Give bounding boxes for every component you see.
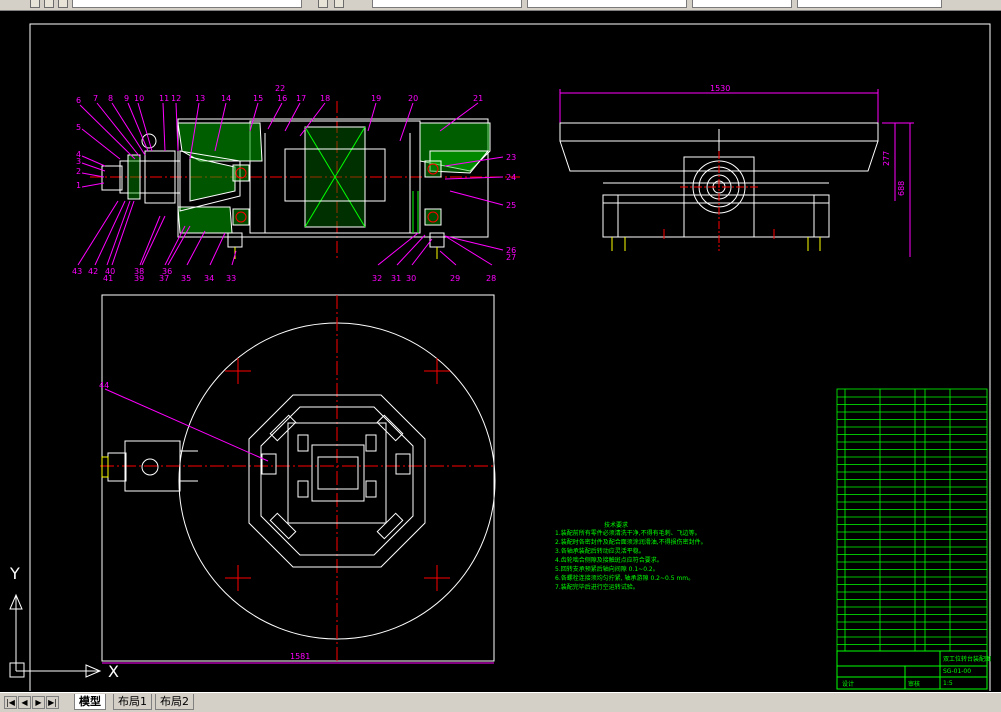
svg-text:11: 11 — [159, 94, 169, 103]
svg-text:2: 2 — [76, 167, 81, 176]
svg-text:43: 43 — [72, 267, 82, 276]
layout-tab-bar: |◀ ◀ ▶ ▶| 模型 布局1 布局2 — [0, 692, 1001, 712]
svg-text:1: 1 — [76, 181, 81, 190]
svg-text:15: 15 — [253, 94, 263, 103]
tech-title: 技术要求 — [604, 521, 628, 529]
linetype-dropdown[interactable] — [527, 0, 687, 8]
svg-text:6.各螺栓连接须均匀拧紧, 轴承游隙 0.2~0.5 mm。: 6.各螺栓连接须均匀拧紧, 轴承游隙 0.2~0.5 mm。 — [555, 574, 694, 582]
toolbar — [0, 0, 1001, 11]
dim-width-plan: 1581 — [290, 652, 310, 661]
tech-notes: 技术要求 1.装配前所有零件必须清洗干净,不得有毛刺、飞边等。 2.装配时各密封… — [555, 521, 707, 591]
svg-text:29: 29 — [450, 274, 460, 283]
svg-text:20: 20 — [408, 94, 418, 103]
svg-text:33: 33 — [226, 274, 236, 283]
first-tab-button[interactable]: |◀ — [4, 696, 17, 709]
ucs-y-label: Y — [9, 564, 20, 583]
svg-text:24: 24 — [506, 173, 516, 182]
svg-text:18: 18 — [320, 94, 330, 103]
next-tab-button[interactable]: ▶ — [32, 696, 45, 709]
svg-text:1.装配前所有零件必须清洗干净,不得有毛刺、飞边等。: 1.装配前所有零件必须清洗干净,不得有毛刺、飞边等。 — [555, 529, 701, 537]
dim-height-2: 688 — [897, 181, 906, 196]
plotstyle-dropdown[interactable] — [797, 0, 942, 8]
svg-text:9: 9 — [124, 94, 129, 103]
svg-text:8: 8 — [108, 94, 113, 103]
svg-text:7: 7 — [93, 94, 98, 103]
layer-dropdown[interactable] — [72, 0, 302, 8]
sun-icon[interactable] — [44, 0, 54, 8]
title-scale: 1:5 — [943, 680, 953, 687]
svg-text:10: 10 — [134, 94, 144, 103]
tab-model[interactable]: 模型 — [74, 694, 106, 710]
tab-layout2[interactable]: 布局2 — [155, 694, 194, 710]
title-drawn: 设计 — [842, 680, 854, 688]
svg-text:28: 28 — [486, 274, 496, 283]
layer-icon[interactable] — [30, 0, 40, 8]
title-drawing-no: SG-01-00 — [943, 668, 971, 675]
svg-text:16: 16 — [277, 94, 287, 103]
title-block: 双工位转台装配图 SG-01-00 1:5 设计 审核 — [836, 650, 991, 690]
svg-text:12: 12 — [171, 94, 181, 103]
svg-text:19: 19 — [371, 94, 381, 103]
layer-previous-icon[interactable] — [334, 0, 344, 8]
section-view — [90, 101, 520, 261]
svg-text:2.装配时各密封件及配合面须涂润滑油,不得损伤密封件。: 2.装配时各密封件及配合面须涂润滑油,不得损伤密封件。 — [555, 538, 707, 546]
svg-text:35: 35 — [181, 274, 191, 283]
prev-tab-button[interactable]: ◀ — [18, 696, 31, 709]
title-project: 双工位转台装配图 — [943, 655, 991, 663]
svg-text:34: 34 — [204, 274, 214, 283]
svg-text:14: 14 — [221, 94, 231, 103]
svg-text:21: 21 — [473, 94, 483, 103]
svg-text:3.各轴承装配后转动应灵活平稳。: 3.各轴承装配后转动应灵活平稳。 — [555, 547, 645, 555]
svg-text:13: 13 — [195, 94, 205, 103]
svg-text:38: 38 — [134, 267, 144, 276]
svg-text:32: 32 — [372, 274, 382, 283]
ucs-x-label: X — [108, 662, 119, 681]
lock-icon[interactable] — [58, 0, 68, 8]
layer-manager-icon[interactable] — [318, 0, 328, 8]
drawing-border — [29, 23, 991, 693]
plan-balloon: 44 — [99, 381, 109, 390]
dim-height-1: 277 — [882, 151, 891, 166]
svg-text:27: 27 — [506, 253, 516, 262]
svg-text:4.齿轮啮合侧隙及接触斑点应符合要求。: 4.齿轮啮合侧隙及接触斑点应符合要求。 — [555, 556, 663, 564]
last-tab-button[interactable]: ▶| — [46, 696, 59, 709]
svg-text:23: 23 — [506, 153, 516, 162]
svg-text:7.装配完毕后进行空运转试验。: 7.装配完毕后进行空运转试验。 — [555, 583, 639, 591]
drawing-canvas[interactable]: 6 7 8 9 10 11 12 13 14 15 16 17 18 19 20… — [0, 11, 1001, 693]
svg-text:25: 25 — [506, 201, 516, 210]
svg-text:30: 30 — [406, 274, 416, 283]
lineweight-dropdown[interactable] — [692, 0, 792, 8]
front-view: 1530 277 688 — [559, 84, 914, 257]
svg-text:5.回转支承预紧后轴向间隙 0.1~0.2。: 5.回转支承预紧后轴向间隙 0.1~0.2。 — [555, 565, 659, 573]
balloons-left: 5 4 3 2 1 — [76, 123, 121, 190]
parts-list — [836, 388, 988, 690]
plan-view: 44 1581 — [99, 294, 496, 664]
svg-text:42: 42 — [88, 267, 98, 276]
cad-drawing: 6 7 8 9 10 11 12 13 14 15 16 17 18 19 20… — [9, 23, 991, 693]
title-check: 审核 — [908, 680, 920, 688]
svg-text:22: 22 — [275, 84, 285, 93]
tab-layout1[interactable]: 布局1 — [113, 694, 152, 710]
svg-text:3: 3 — [76, 157, 81, 166]
svg-text:17: 17 — [296, 94, 306, 103]
svg-text:36: 36 — [162, 267, 172, 276]
color-dropdown[interactable] — [372, 0, 522, 8]
dim-width-top: 1530 — [710, 84, 730, 93]
svg-text:40: 40 — [105, 267, 115, 276]
svg-text:5: 5 — [76, 123, 81, 132]
svg-text:6: 6 — [76, 96, 81, 105]
svg-text:31: 31 — [391, 274, 401, 283]
